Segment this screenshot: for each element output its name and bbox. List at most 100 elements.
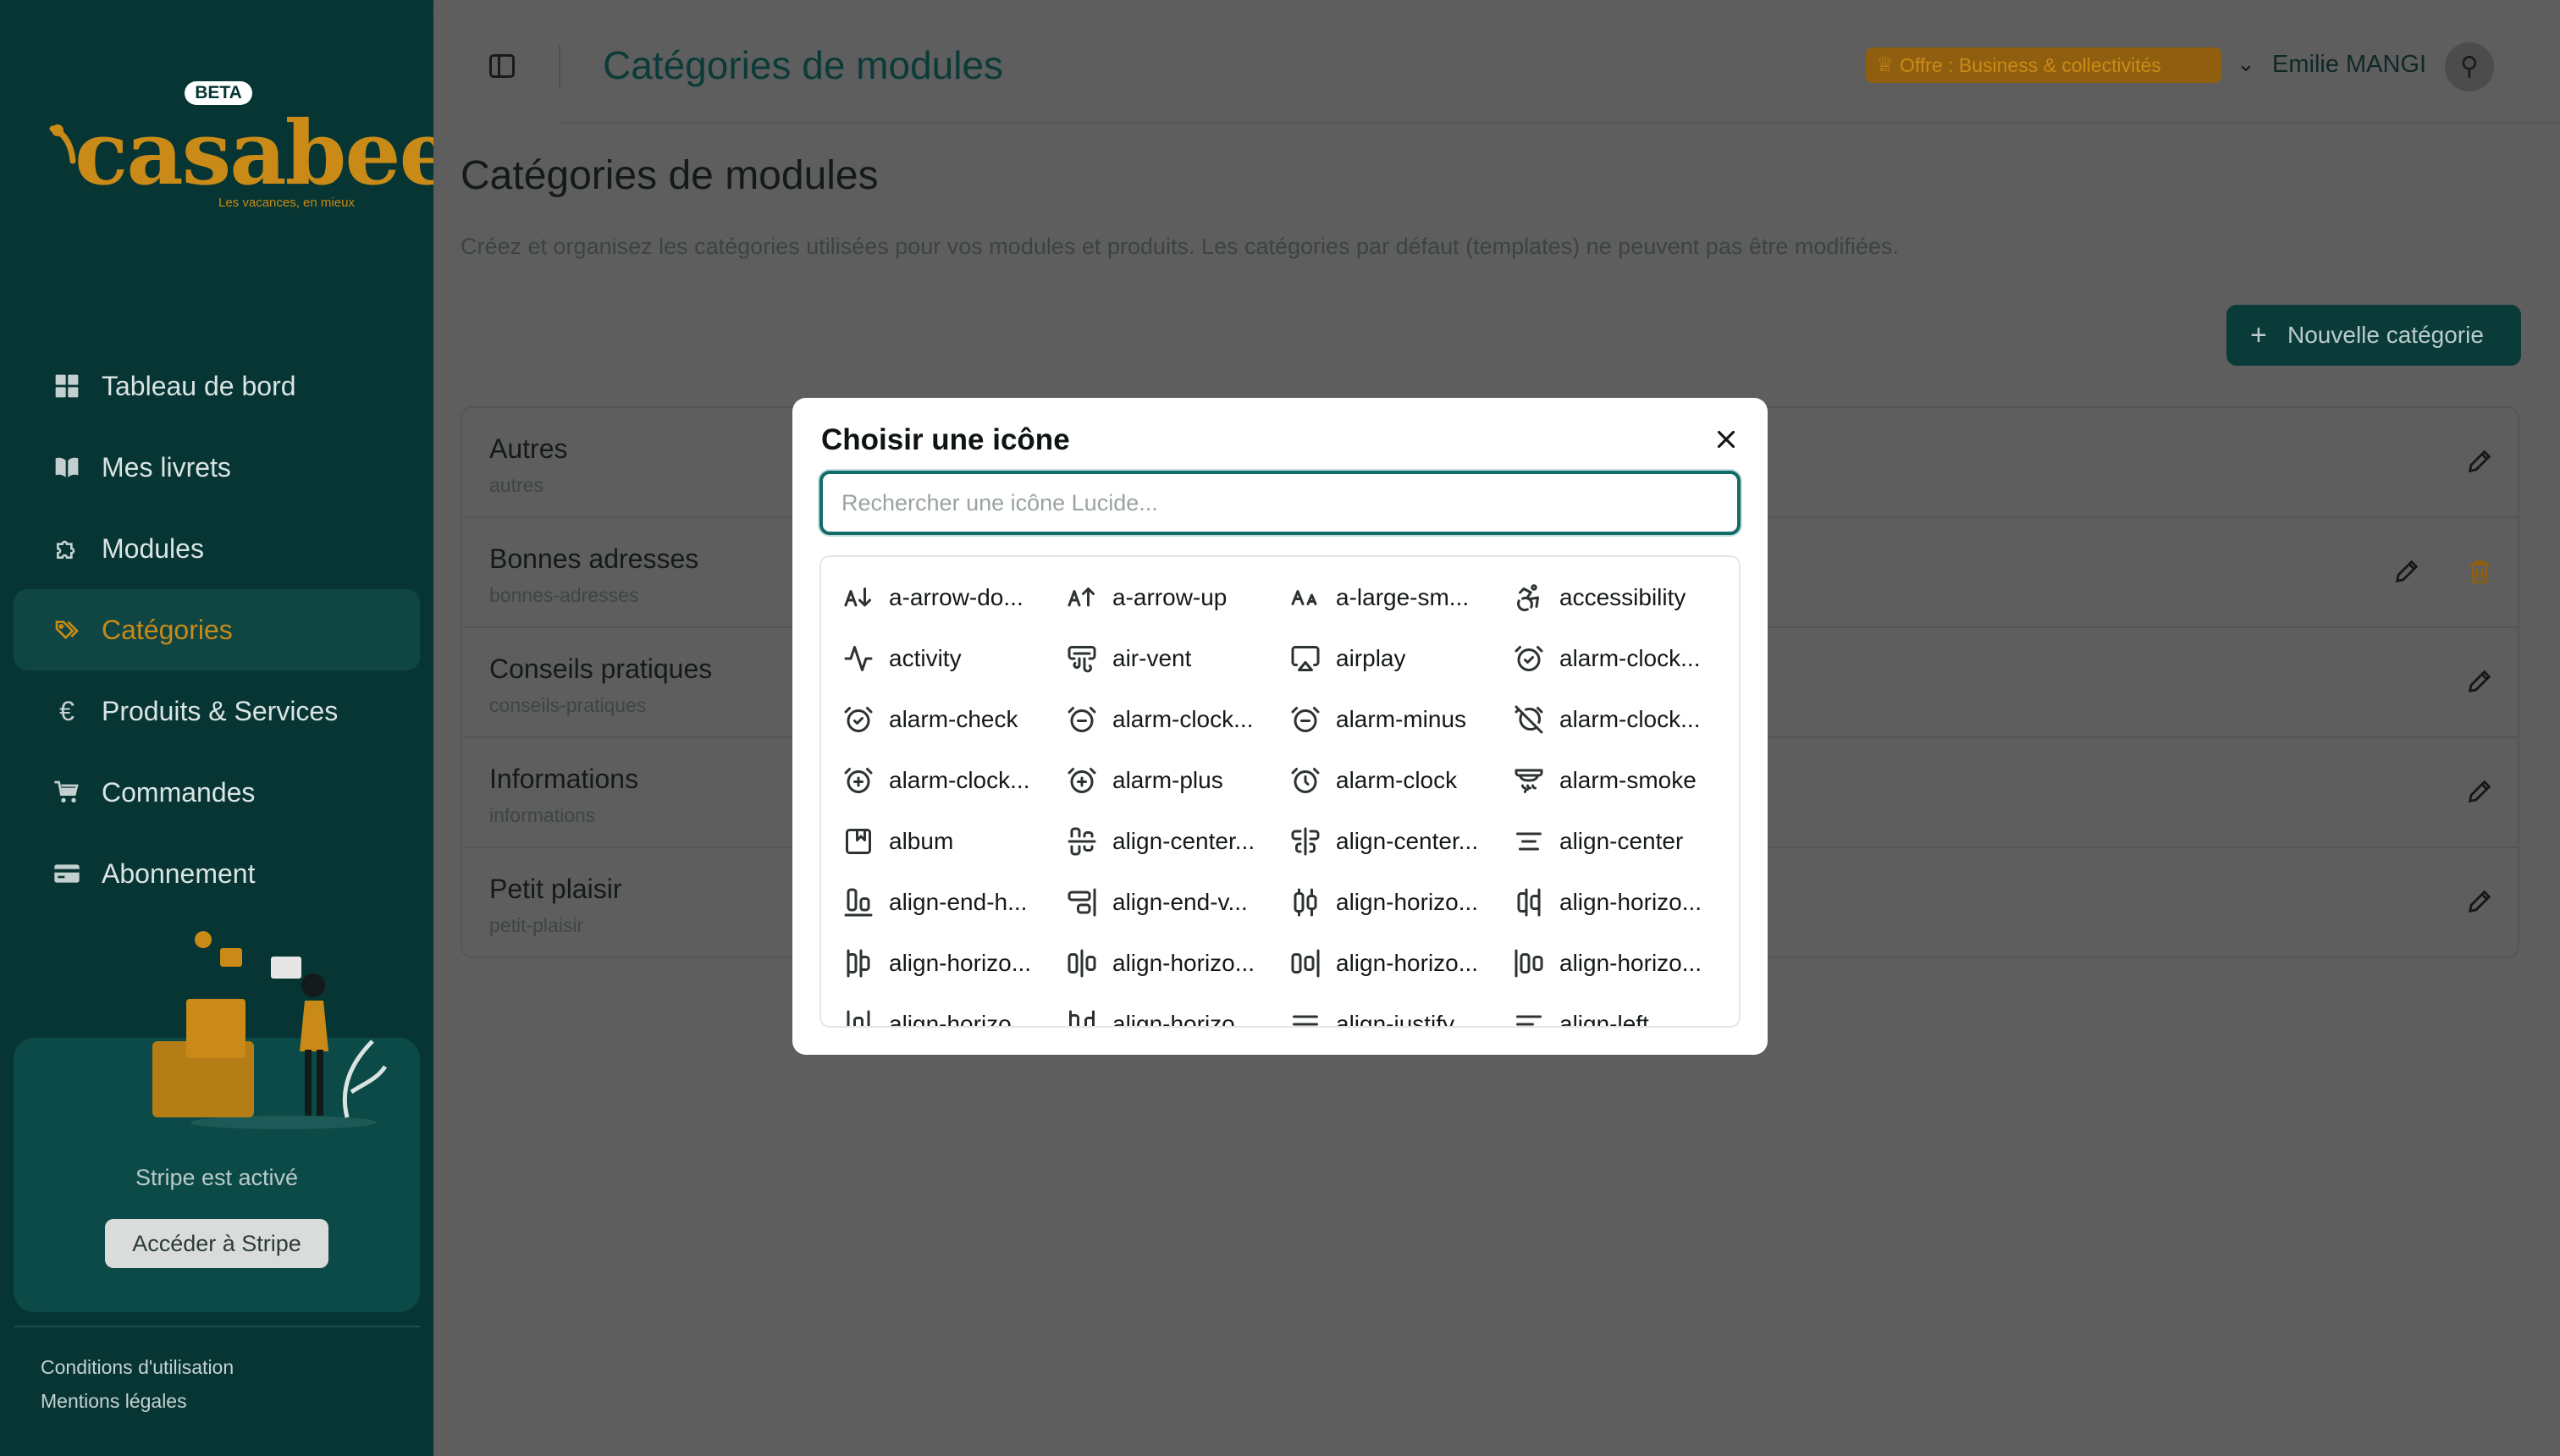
icon-option-label: alarm-smoke [1559, 767, 1697, 793]
icon-search-input[interactable] [819, 471, 1741, 535]
icon-option[interactable]: airplay [1290, 628, 1514, 689]
sidebar-item-mes-livrets[interactable]: Mes livrets [14, 427, 420, 508]
icon-option-label: a-large-sm... [1336, 584, 1470, 610]
icon-option[interactable]: align-end-v... [1067, 872, 1290, 933]
icon-option[interactable]: activity [843, 628, 1067, 689]
icon-option[interactable]: align-horizo... [1514, 933, 1737, 994]
pencil-icon[interactable] [2392, 557, 2421, 586]
logo[interactable]: casabee [49, 107, 455, 200]
tagline: Les vacances, en mieux [218, 196, 355, 210]
icon-option[interactable]: align-horizo... [843, 933, 1067, 994]
icon-option-label: alarm-minus [1336, 706, 1467, 732]
icon-option-label: accessibility [1559, 584, 1686, 610]
sidebar-item-commandes[interactable]: Commandes [14, 752, 420, 833]
icon-option[interactable]: alarm-clock... [1514, 628, 1737, 689]
alarm-clock-icon [1291, 768, 1320, 793]
sidebar-item-produits-services[interactable]: € Produits & Services [14, 670, 420, 752]
icon-option-label: alarm-clock [1336, 767, 1458, 793]
icon-option-label: align-horizo... [889, 950, 1032, 976]
row-title: Informations [489, 764, 639, 794]
cart-icon [52, 778, 81, 807]
sidebar-item-label: Catégories [102, 614, 233, 645]
icon-option[interactable]: alarm-clock... [1514, 689, 1737, 750]
sidebar-item-modules[interactable]: Modules [14, 508, 420, 589]
chevron-down-icon[interactable]: ⌄ [2237, 51, 2255, 77]
icon-option[interactable]: align-left [1514, 994, 1737, 1028]
pencil-icon[interactable] [2465, 667, 2494, 696]
align-horizontal-justify-end-icon [1291, 949, 1320, 978]
new-category-button[interactable]: + Nouvelle catégorie [2226, 305, 2521, 366]
icon-option[interactable]: align-horizo... [1290, 933, 1514, 994]
airplay-icon [1291, 646, 1320, 671]
align-horizontal-justify-center-icon [1068, 949, 1096, 978]
icon-option[interactable]: align-center... [1067, 811, 1290, 872]
pencil-icon[interactable] [2465, 777, 2494, 806]
align-end-horizontal-icon [844, 888, 873, 917]
sidebar-item-tableau-de-bord[interactable]: Tableau de bord [14, 345, 420, 427]
icon-option[interactable]: align-end-h... [843, 872, 1067, 933]
terms-link[interactable]: Conditions d'utilisation [41, 1356, 234, 1379]
a-large-small-icon [1291, 590, 1317, 605]
icon-option[interactable]: align-center [1514, 811, 1737, 872]
icon-option-label: airplay [1336, 645, 1406, 671]
icon-option[interactable]: align-horizo... [1514, 872, 1737, 933]
icon-option[interactable]: alarm-smoke [1514, 750, 1737, 811]
icon-option[interactable]: alarm-clock... [843, 750, 1067, 811]
icon-option[interactable]: align-horizo... [843, 994, 1067, 1026]
icon-option[interactable]: alarm-check [843, 689, 1067, 750]
legal-link[interactable]: Mentions légales [41, 1390, 187, 1413]
icon-option[interactable]: alarm-minus [1290, 689, 1514, 750]
user-name[interactable]: Emilie MANGI [2272, 51, 2426, 79]
align-horizontal-distribute-start-icon [847, 949, 870, 978]
topbar-separator [559, 46, 560, 88]
tags-icon [52, 615, 81, 644]
credit-card-icon [52, 859, 81, 888]
align-justify-icon [1293, 1015, 1318, 1026]
section-description: Créez et organisez les catégories utilis… [461, 234, 1899, 259]
icon-option[interactable]: align-horizo... [1067, 994, 1290, 1026]
icon-option[interactable]: align-center... [1290, 811, 1514, 872]
icon-option-label: album [889, 828, 954, 854]
avatar[interactable]: ⚲ [2445, 42, 2494, 91]
icon-option-label: alarm-clock... [1559, 645, 1701, 671]
album-icon [846, 829, 871, 854]
top-bar: Catégories de modules ♕ Offre : Business… [433, 0, 2560, 124]
icon-option-label: align-horizo... [1336, 950, 1479, 976]
sidebar-item-abonnement[interactable]: Abonnement [14, 833, 420, 914]
icon-option[interactable]: alarm-clock... [1067, 689, 1290, 750]
pencil-icon[interactable] [2465, 447, 2494, 476]
icon-option[interactable]: alarm-clock [1290, 750, 1514, 811]
icon-option-label: align-center... [1112, 828, 1255, 854]
puzzle-icon [52, 534, 81, 563]
icon-option[interactable]: align-horizo... [1067, 933, 1290, 994]
icon-option[interactable]: a-arrow-up [1067, 567, 1290, 628]
sidebar-item-label: Commandes [102, 776, 256, 808]
dashboard-icon [52, 372, 81, 400]
icon-option-label: align-horizo... [1559, 889, 1702, 915]
icon-option[interactable]: align-horizo... [1290, 872, 1514, 933]
align-end-vertical-icon [1068, 888, 1096, 917]
row-slug: petit-plaisir [489, 914, 584, 936]
align-horizontal-distribute-center-icon [1294, 888, 1317, 917]
icon-option[interactable]: accessibility [1514, 567, 1737, 628]
icon-option-label: align-end-v... [1112, 889, 1248, 915]
icon-option-label: align-left [1559, 1011, 1649, 1028]
icon-option[interactable]: align-justify [1290, 994, 1514, 1026]
icon-option[interactable]: a-arrow-do... [843, 567, 1067, 628]
offer-badge[interactable]: ♕ Offre : Business & collectivités [1866, 47, 2221, 83]
sidebar-item-categories[interactable]: Catégories [14, 589, 420, 670]
icon-option[interactable]: a-large-sm... [1290, 567, 1514, 628]
sidebar-divider [14, 1326, 420, 1327]
trash-icon[interactable] [2465, 557, 2494, 586]
icon-grid-scroll[interactable]: a-arrow-do... a-arrow-up a-large-sm... a… [819, 555, 1741, 1028]
offer-label: Offre : Business & collectivités [1900, 54, 2161, 76]
icon-option[interactable]: album [843, 811, 1067, 872]
pencil-icon[interactable] [2465, 887, 2494, 916]
alarm-check-icon [844, 707, 873, 732]
sidebar-toggle-icon[interactable] [489, 54, 515, 78]
icon-option[interactable]: alarm-plus [1067, 750, 1290, 811]
stripe-access-button[interactable]: Accéder à Stripe [105, 1219, 328, 1268]
icon-option[interactable]: air-vent [1067, 628, 1290, 689]
sidebar-item-label: Tableau de bord [102, 370, 296, 401]
close-icon[interactable] [1712, 425, 1741, 454]
